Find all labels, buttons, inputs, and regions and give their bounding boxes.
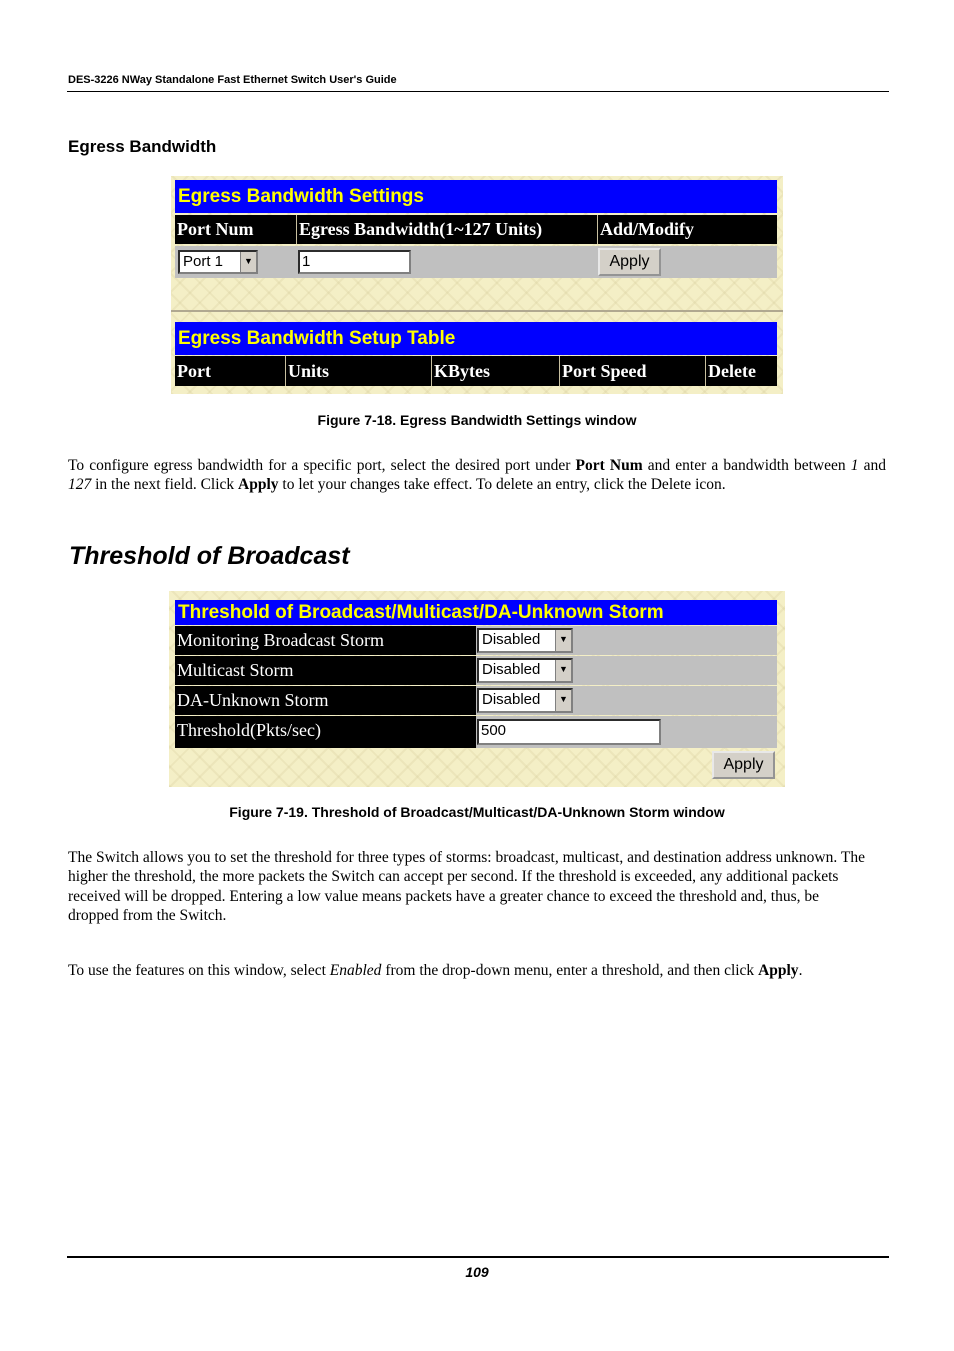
multicast-storm-select-value: Disabled <box>482 661 541 678</box>
bold-term-apply: Apply <box>238 476 279 494</box>
row-label-broadcast: Monitoring Broadcast Storm <box>175 626 476 655</box>
egress-setup-table-title: Egress Bandwidth Setup Table <box>175 322 777 355</box>
egress-bandwidth-input[interactable]: 1 <box>298 250 411 274</box>
threshold-instructions: To use the features on this window, sele… <box>68 961 868 980</box>
section-heading-egress: Egress Bandwidth <box>68 137 217 156</box>
egress-settings-title: Egress Bandwidth Settings <box>175 180 777 213</box>
col-port-speed: Port Speed <box>559 356 705 386</box>
multicast-storm-select[interactable]: Disabled ▼ <box>477 658 573 683</box>
text: from the drop-down menu, enter a thresho… <box>381 962 759 979</box>
panel-divider <box>171 310 783 312</box>
figure-caption-7-19: Figure 7-19. Threshold of Broadcast/Mult… <box>229 804 725 820</box>
broadcast-storm-select[interactable]: Disabled ▼ <box>477 628 573 653</box>
port-num-select-value: Port 1 <box>183 253 224 270</box>
text: To configure egress bandwidth for a spec… <box>68 457 576 474</box>
col-port-num: Port Num <box>175 215 296 244</box>
chevron-down-icon[interactable]: ▼ <box>555 630 571 651</box>
threshold-apply-button[interactable]: Apply <box>712 751 775 779</box>
italic-max: 127 <box>68 476 92 494</box>
da-unknown-storm-select[interactable]: Disabled ▼ <box>477 688 573 713</box>
egress-input-row <box>175 246 777 278</box>
header-rule <box>67 91 889 92</box>
egress-description: To configure egress bandwidth for a spec… <box>68 456 886 495</box>
threshold-title: Threshold of Broadcast/Multicast/DA-Unkn… <box>175 600 777 625</box>
chevron-down-icon[interactable]: ▼ <box>555 660 571 681</box>
page-number: 109 <box>465 1264 489 1280</box>
threshold-input[interactable]: 500 <box>477 719 661 745</box>
figure-caption-7-18: Figure 7-18. Egress Bandwidth Settings w… <box>317 412 637 428</box>
col-delete: Delete <box>705 356 777 386</box>
text: . <box>798 962 803 979</box>
text: and <box>858 457 886 474</box>
bold-term-apply: Apply <box>758 962 799 979</box>
row-label-da-unknown: DA-Unknown Storm <box>175 686 476 715</box>
col-units: Units <box>285 356 431 386</box>
threshold-description: The Switch allows you to set the thresho… <box>68 849 865 924</box>
bold-term-port-num: Port Num <box>575 457 643 474</box>
text: To use the features on this window, sele… <box>68 962 330 979</box>
egress-settings-window: Egress Bandwidth Settings Port Num Egres… <box>171 176 783 394</box>
italic-enabled: Enabled <box>329 962 382 979</box>
document-header-title: DES-3226 NWay Standalone Fast Ethernet S… <box>68 74 397 86</box>
broadcast-storm-select-value: Disabled <box>482 631 541 648</box>
row-label-multicast: Multicast Storm <box>175 656 476 685</box>
text: to let your changes take effect. To dele… <box>278 476 726 494</box>
threshold-window: Threshold of Broadcast/Multicast/DA-Unkn… <box>169 591 785 787</box>
port-num-select[interactable]: Port 1 ▼ <box>178 250 258 274</box>
col-kbytes: KBytes <box>431 356 559 386</box>
col-port: Port <box>175 356 285 386</box>
footer-rule <box>67 1256 889 1258</box>
col-egress-bandwidth: Egress Bandwidth(1~127 Units) <box>296 215 597 244</box>
text: in the next field. Click <box>91 476 239 494</box>
row-label-threshold: Threshold(Pkts/sec) <box>175 716 476 748</box>
chevron-down-icon[interactable]: ▼ <box>555 690 571 711</box>
section-heading-threshold: Threshold of Broadcast <box>69 542 350 570</box>
egress-apply-button[interactable]: Apply <box>598 248 661 276</box>
col-add-modify: Add/Modify <box>597 215 777 244</box>
da-unknown-storm-select-value: Disabled <box>482 691 541 708</box>
chevron-down-icon[interactable]: ▼ <box>240 252 256 272</box>
text: and enter a bandwidth between <box>642 457 851 474</box>
